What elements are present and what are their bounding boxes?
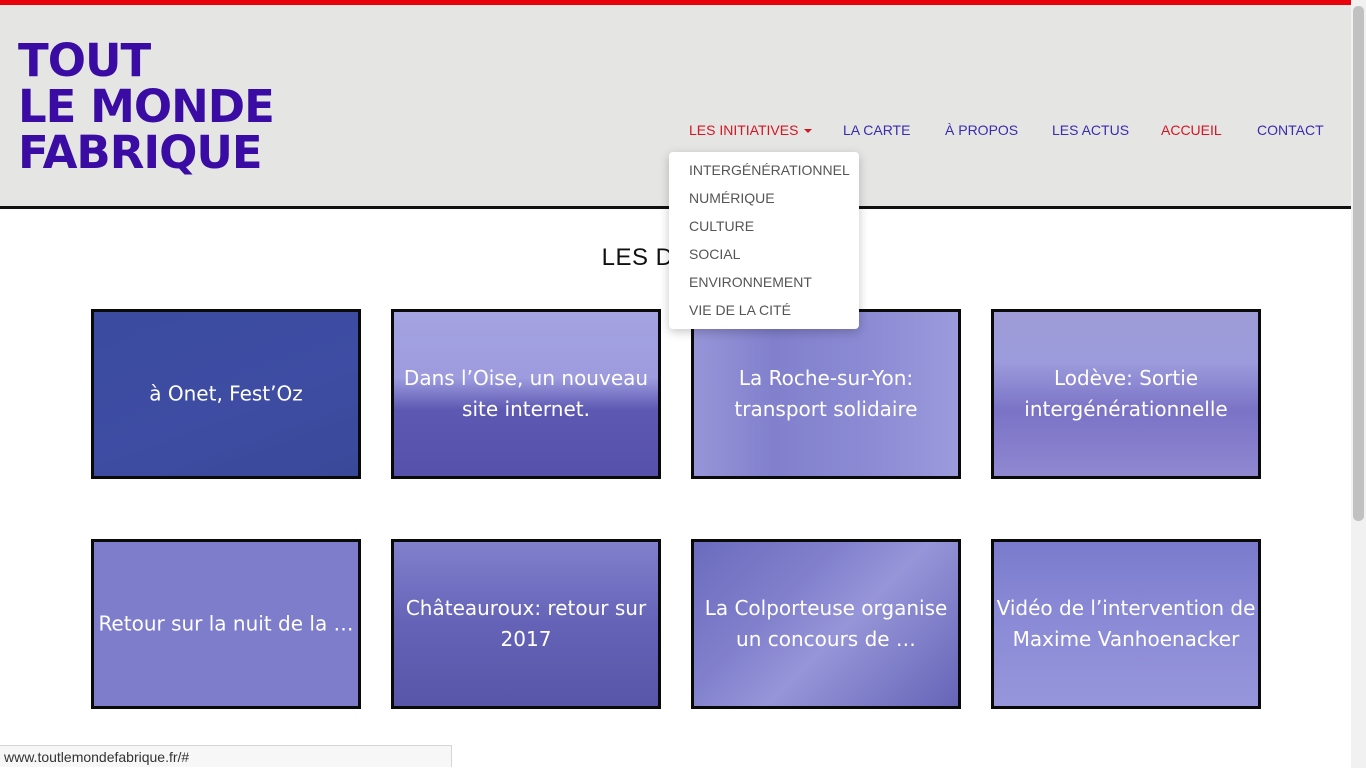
initiatives-dropdown-menu: INTERGÉNÉRATIONNEL NUMÉRIQUE CULTURE SOC… xyxy=(669,152,859,329)
article-card[interactable]: Lodève: Sortie intergénérationnelle xyxy=(991,309,1261,479)
nav-item-contact[interactable]: CONTACT xyxy=(1257,122,1324,138)
article-card[interactable]: Dans l’Oise, un nouveau site internet. xyxy=(391,309,661,479)
card-title: à Onet, Fest’Oz xyxy=(149,381,303,406)
main-nav: LES INITIATIVES LA CARTE À PROPOS LES AC… xyxy=(0,122,1351,144)
nav-item-actus[interactable]: LES ACTUS xyxy=(1052,122,1129,138)
logo-line-1: TOUT xyxy=(18,34,151,87)
browser-status-bar: www.toutlemondefabrique.fr/# xyxy=(0,745,452,767)
card-title: La Colporteuse organise un concours de … xyxy=(704,596,948,651)
dropdown-item-intergenerationnel[interactable]: INTERGÉNÉRATIONNEL xyxy=(689,162,850,178)
card-title: La Roche-sur-Yon: transport solidaire xyxy=(734,366,918,421)
dropdown-item-social[interactable]: SOCIAL xyxy=(689,246,740,262)
article-card[interactable]: à Onet, Fest’Oz xyxy=(91,309,361,479)
nav-item-accueil[interactable]: ACCUEIL xyxy=(1161,122,1222,138)
caret-down-icon xyxy=(804,129,813,134)
article-card[interactable]: La Roche-sur-Yon: transport solidaire xyxy=(691,309,961,479)
nav-item-label: LES INITIATIVES xyxy=(689,122,799,138)
site-logo[interactable]: TOUT LE MONDE FABRIQUE xyxy=(18,34,275,176)
dropdown-item-environnement[interactable]: ENVIRONNEMENT xyxy=(689,274,812,290)
card-title: Vidéo de l’intervention de Maxime Vanhoe… xyxy=(996,596,1256,651)
card-title: Dans l’Oise, un nouveau site internet. xyxy=(403,366,649,421)
card-title: Châteauroux: retour sur 2017 xyxy=(405,596,647,651)
article-card[interactable]: La Colporteuse organise un concours de … xyxy=(691,539,961,709)
dropdown-item-vie-de-la-cite[interactable]: VIE DE LA CITÉ xyxy=(689,302,791,318)
nav-item-initiatives[interactable]: LES INITIATIVES xyxy=(689,122,813,138)
article-card[interactable]: Retour sur la nuit de la … xyxy=(91,539,361,709)
scrollbar-thumb[interactable] xyxy=(1353,6,1364,521)
card-title: Retour sur la nuit de la … xyxy=(98,611,354,636)
article-card[interactable]: Châteauroux: retour sur 2017 xyxy=(391,539,661,709)
dropdown-item-culture[interactable]: CULTURE xyxy=(689,218,754,234)
vertical-scrollbar[interactable] xyxy=(1351,0,1366,768)
nav-item-a-propos[interactable]: À PROPOS xyxy=(945,122,1018,138)
article-card[interactable]: Vidéo de l’intervention de Maxime Vanhoe… xyxy=(991,539,1261,709)
card-title: Lodève: Sortie intergénérationnelle xyxy=(1024,366,1228,421)
nav-item-carte[interactable]: LA CARTE xyxy=(843,122,910,138)
dropdown-item-numerique[interactable]: NUMÉRIQUE xyxy=(689,190,775,206)
